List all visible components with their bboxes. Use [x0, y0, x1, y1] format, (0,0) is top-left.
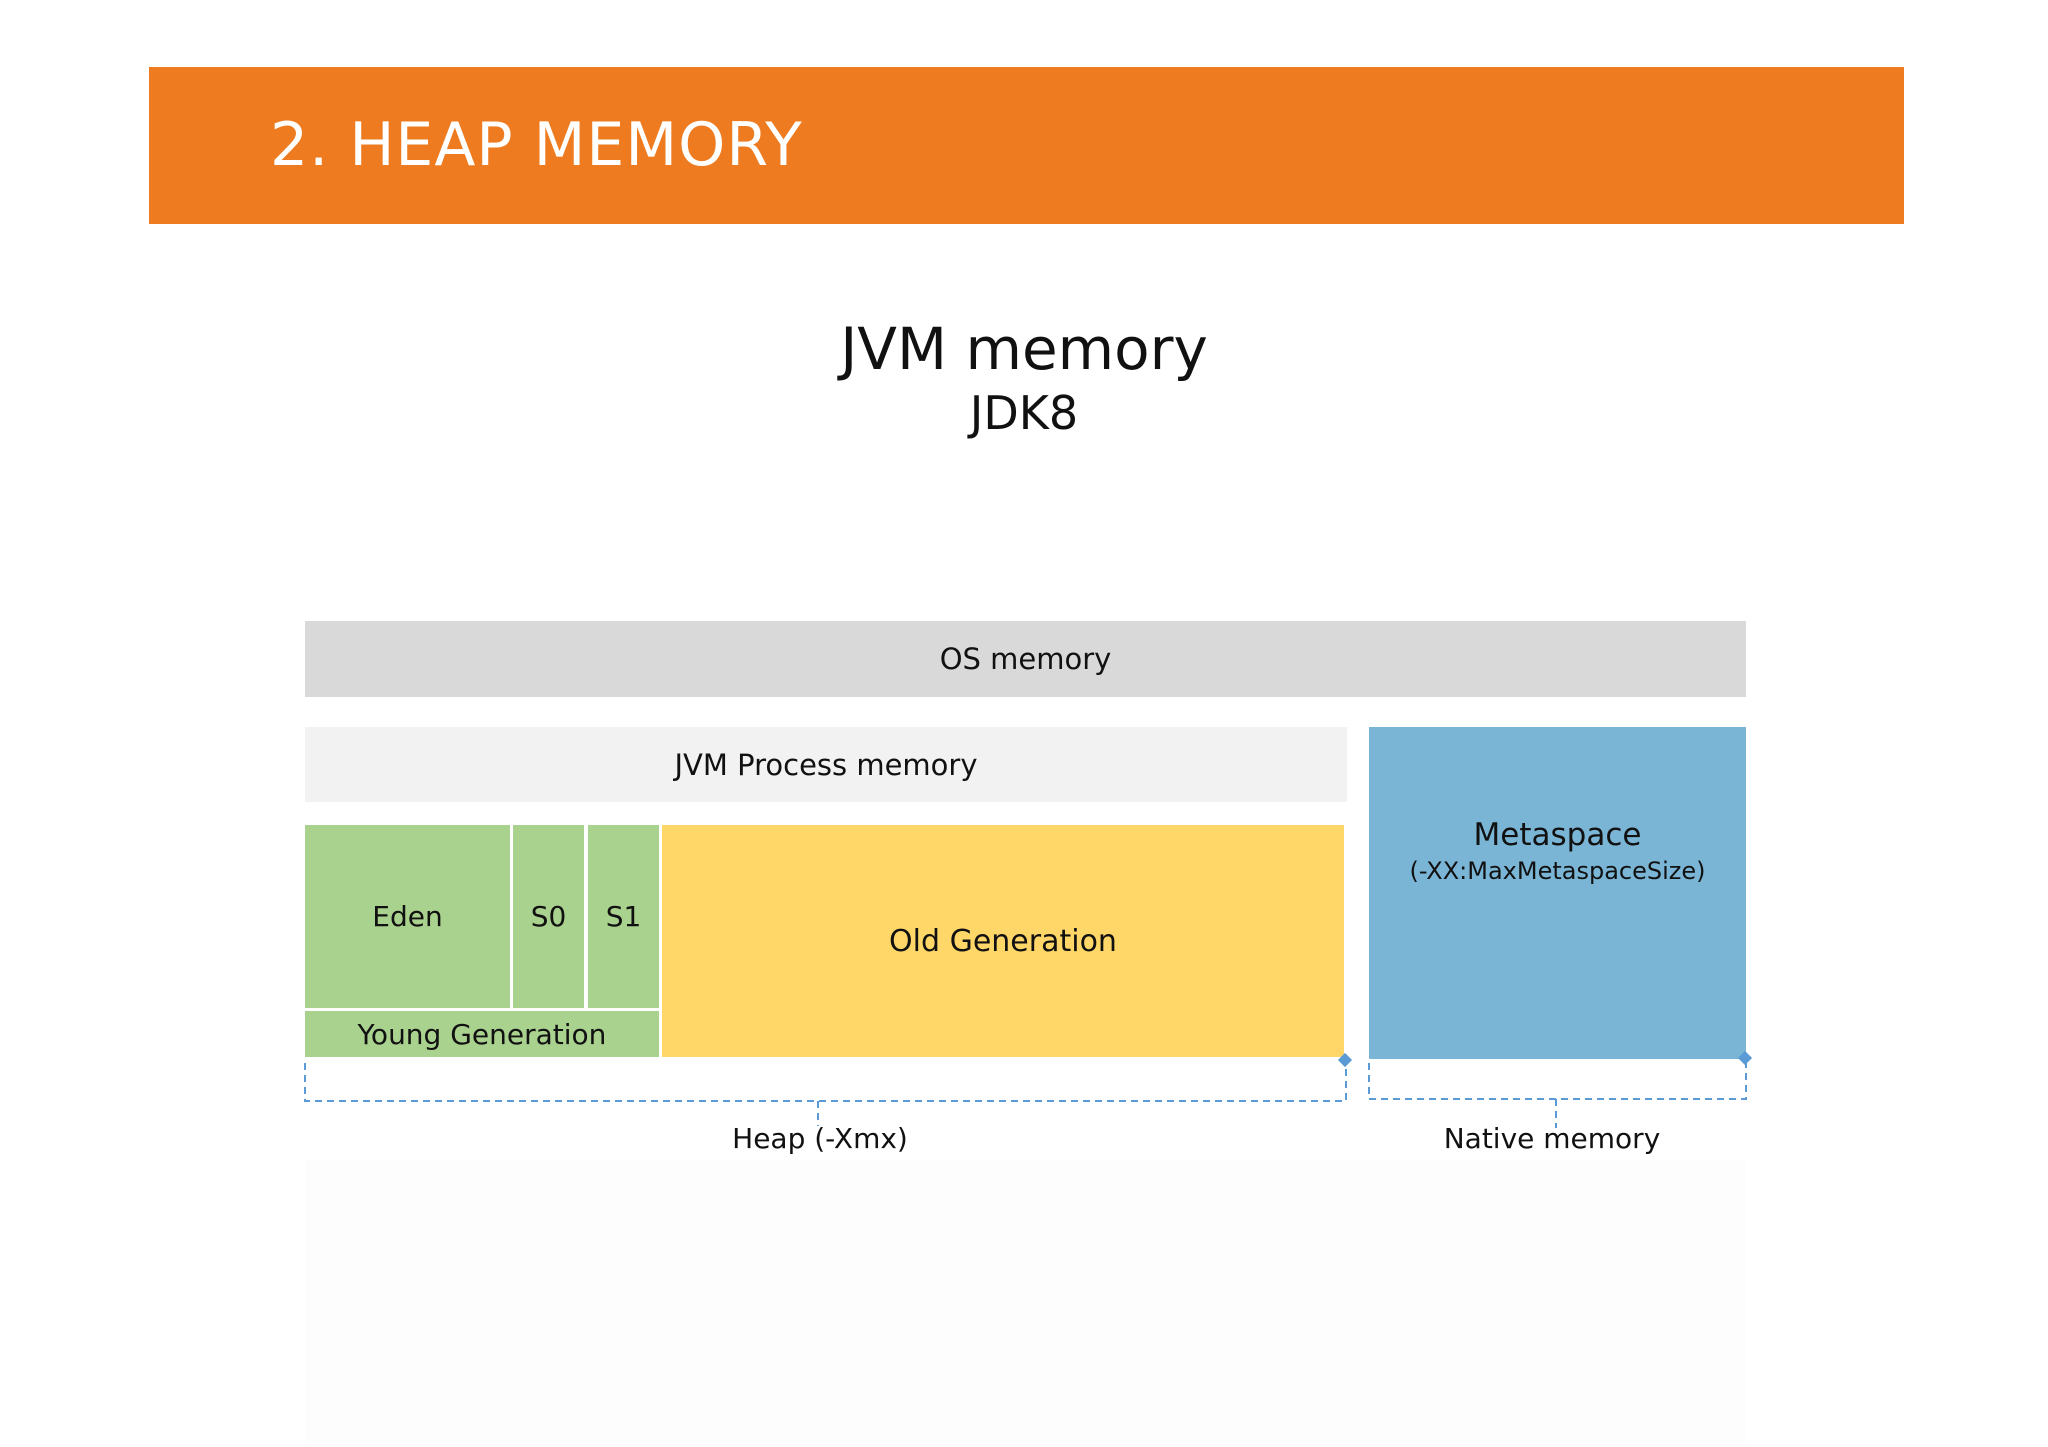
young-generation-box: Young Generation	[305, 1011, 659, 1057]
section-title: 2. HEAP MEMORY	[270, 110, 803, 180]
metaspace-box: Metaspace (-XX:MaxMetaspaceSize)	[1369, 727, 1746, 1059]
old-generation-box: Old Generation	[662, 825, 1344, 1057]
heap-bracket	[304, 1063, 1347, 1126]
diagram-subtitle: JDK8	[969, 386, 1079, 440]
slide-background	[305, 1160, 1745, 1447]
os-memory-box: OS memory	[305, 621, 1746, 697]
s1-label: S1	[605, 900, 642, 933]
old-generation-label: Old Generation	[889, 923, 1117, 959]
os-memory-label: OS memory	[939, 642, 1112, 676]
eden-label: Eden	[372, 900, 443, 933]
native-memory-label: Native memory	[1443, 1122, 1661, 1155]
header-band: 2. HEAP MEMORY	[149, 67, 1904, 224]
s0-box: S0	[513, 825, 584, 1008]
metaspace-label: Metaspace	[1473, 817, 1642, 853]
eden-box: Eden	[305, 825, 510, 1008]
jvm-process-memory-label: JVM Process memory	[674, 747, 978, 782]
young-generation-label: Young Generation	[357, 1017, 607, 1051]
native-bracket	[1368, 1063, 1747, 1128]
s1-box: S1	[588, 825, 659, 1008]
metaspace-flag-label: (-XX:MaxMetaspaceSize)	[1409, 857, 1706, 885]
heap-bracket-line	[304, 1063, 1347, 1102]
jvm-process-memory-box: JVM Process memory	[305, 727, 1347, 802]
native-bracket-line	[1368, 1063, 1747, 1100]
heap-label: Heap (-Xmx)	[732, 1122, 908, 1155]
diagram-title-block: JVM memory JDK8	[724, 313, 1324, 441]
diagram-title: JVM memory	[840, 315, 1208, 383]
s0-label: S0	[530, 900, 567, 933]
